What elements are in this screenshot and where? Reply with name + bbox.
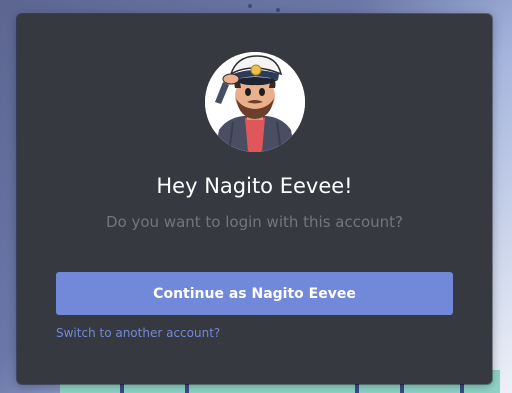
background-decoration — [248, 4, 252, 8]
background-decoration — [276, 8, 280, 12]
user-avatar — [205, 52, 305, 152]
switch-account-link[interactable]: Switch to another account? — [56, 326, 220, 340]
continue-button[interactable]: Continue as Nagito Eevee — [56, 272, 453, 315]
login-confirmation-modal: Hey Nagito Eevee! Do you want to login w… — [17, 14, 492, 384]
avatar-illustration-icon — [205, 52, 305, 152]
greeting-title: Hey Nagito Eevee! — [156, 174, 353, 198]
login-prompt-text: Do you want to login with this account? — [105, 213, 404, 231]
